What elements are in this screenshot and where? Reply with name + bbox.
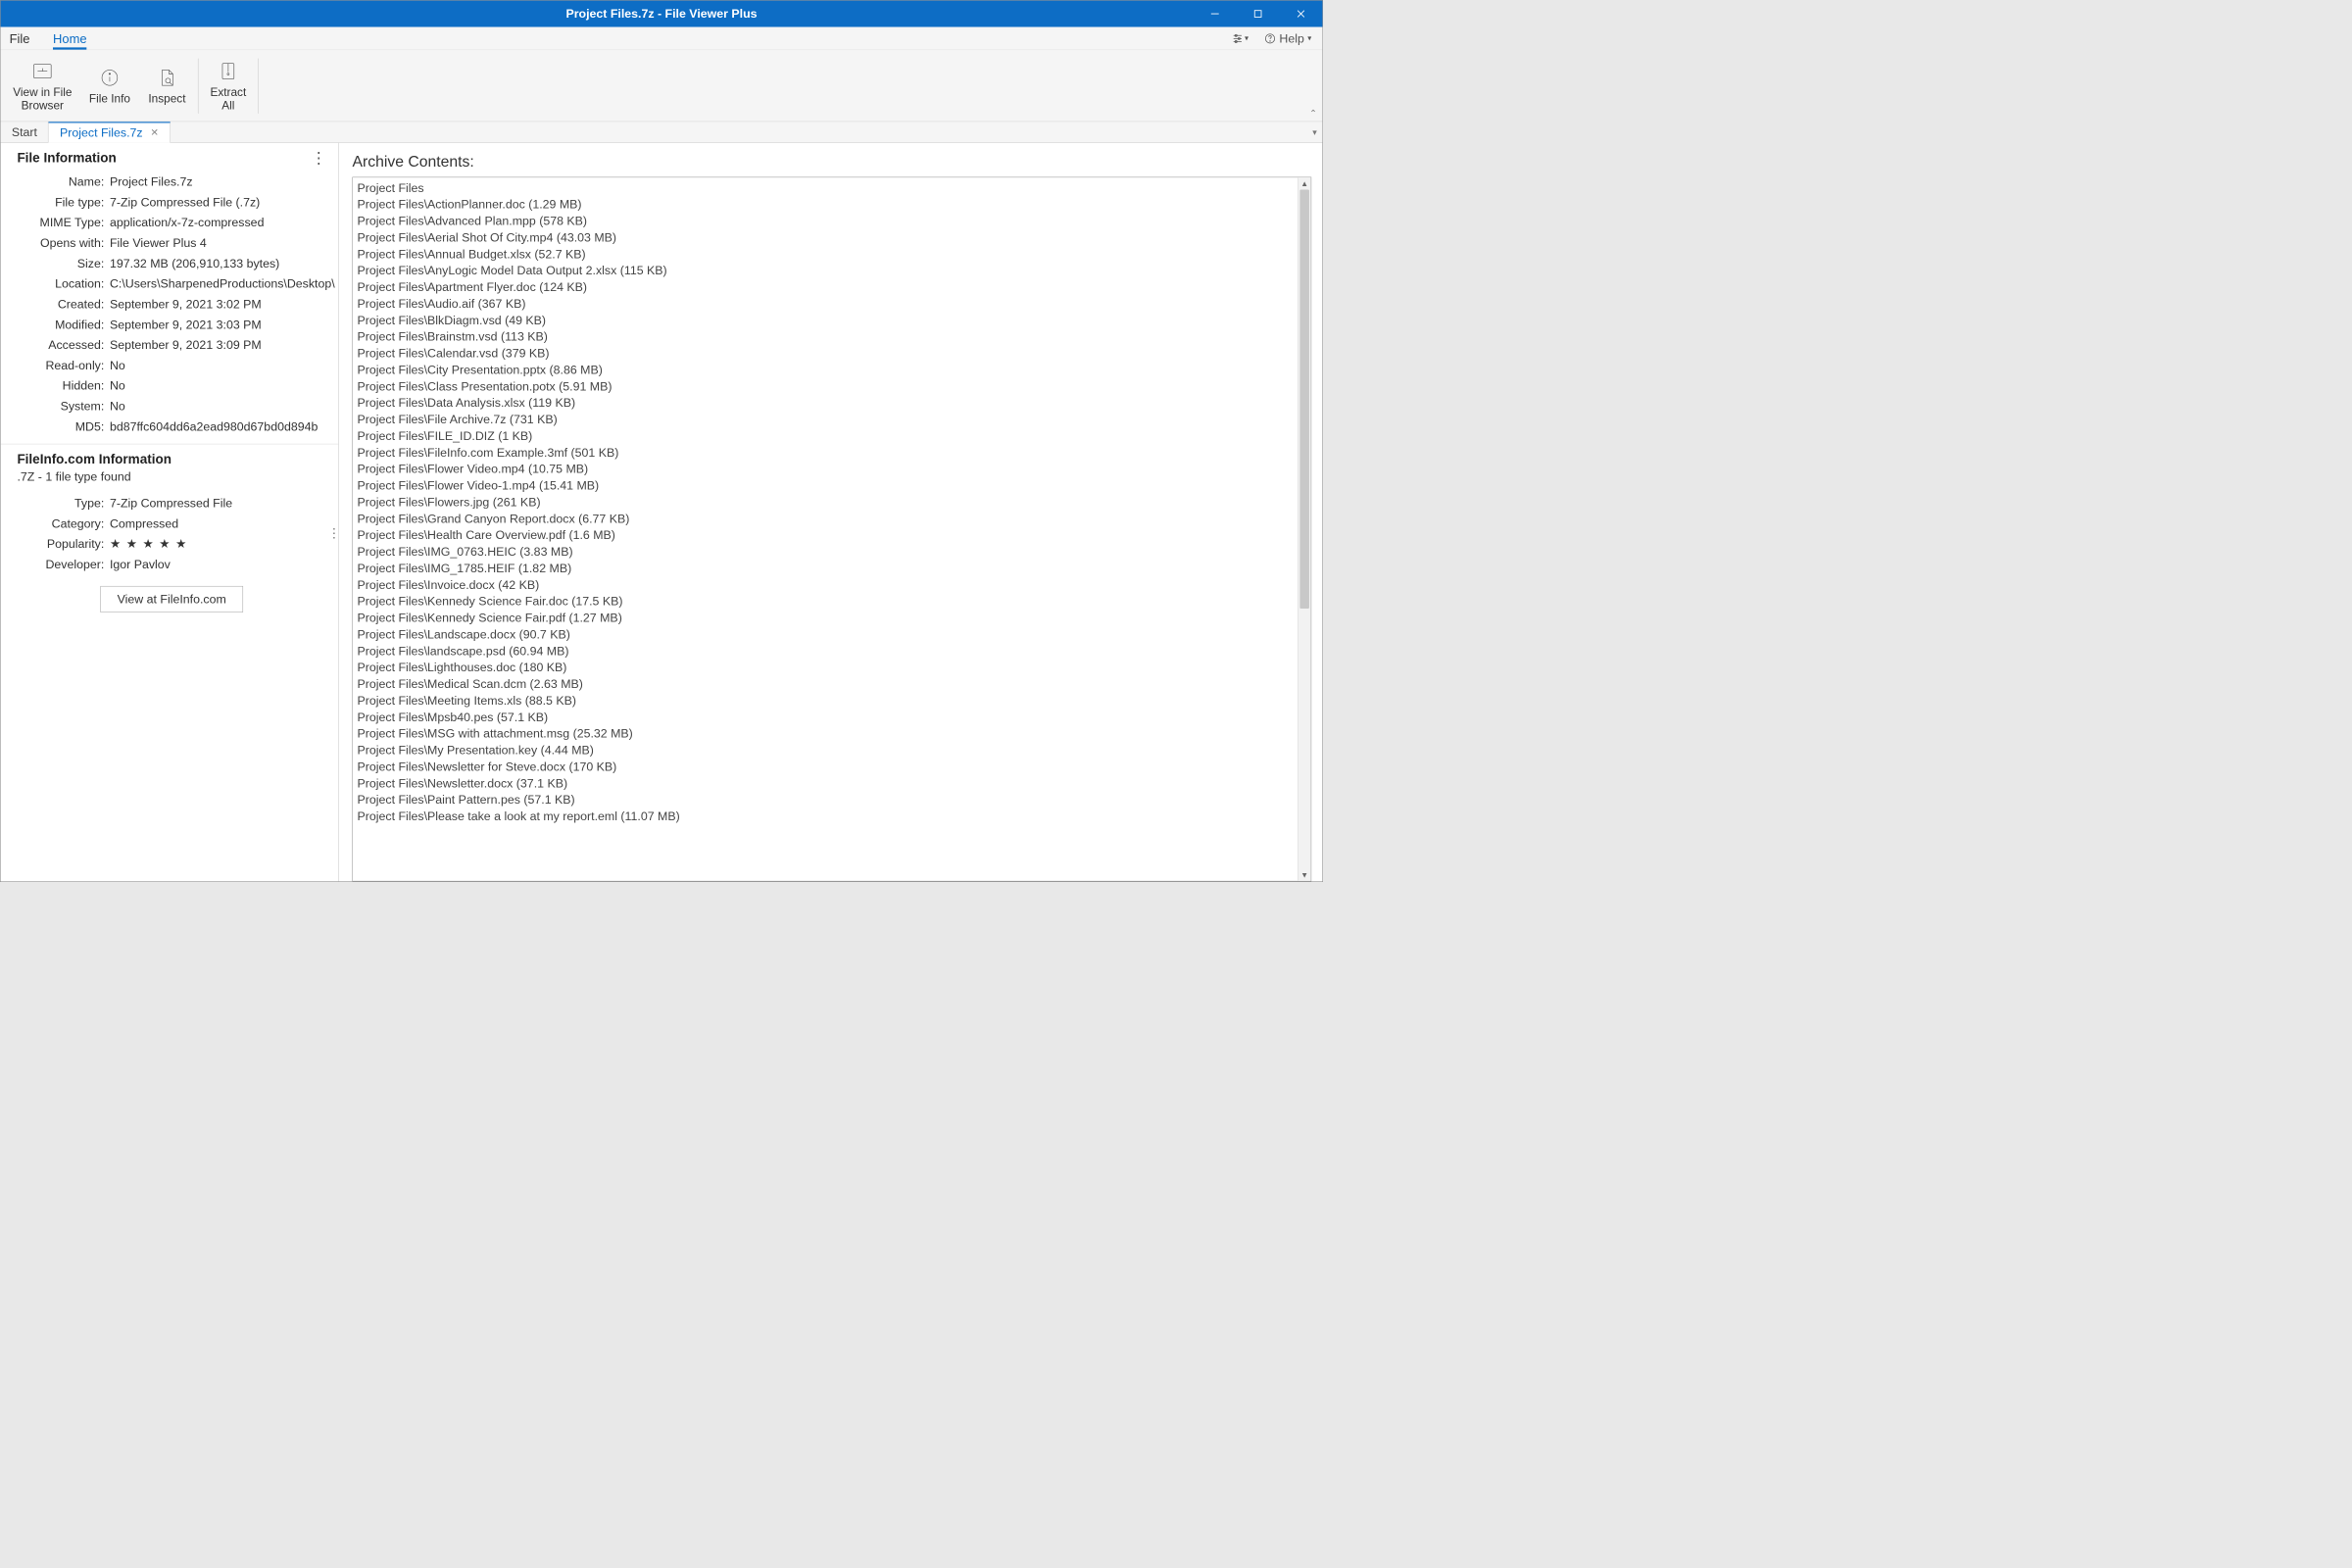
archive-entry[interactable]: Project Files\Kennedy Science Fair.doc (… xyxy=(358,593,1294,610)
close-tab-icon[interactable]: ✕ xyxy=(150,126,158,138)
archive-contents-heading: Archive Contents: xyxy=(352,153,1311,171)
archive-entry[interactable]: Project Files\AnyLogic Model Data Output… xyxy=(358,263,1294,279)
archive-entry[interactable]: Project Files\Newsletter for Steve.docx … xyxy=(358,759,1294,775)
archive-entry[interactable]: Project Files\FILE_ID.DIZ (1 KB) xyxy=(358,428,1294,445)
minimize-button[interactable] xyxy=(1194,1,1237,27)
settings-icon[interactable]: ▾ xyxy=(1231,32,1248,44)
archive-entry[interactable]: Project Files\Calendar.vsd (379 KB) xyxy=(358,345,1294,362)
file-info-button[interactable]: File Info xyxy=(81,50,139,122)
window-controls xyxy=(1194,1,1323,27)
archive-entry[interactable]: Project Files\My Presentation.key (4.44 … xyxy=(358,742,1294,759)
archive-entry[interactable]: Project Files\Data Analysis.xlsx (119 KB… xyxy=(358,395,1294,412)
archive-entry[interactable]: Project Files\Audio.aif (367 KB) xyxy=(358,296,1294,313)
extract-all-button[interactable]: Extract All xyxy=(201,50,256,122)
archive-entry[interactable]: Project Files\Advanced Plan.mpp (578 KB) xyxy=(358,213,1294,229)
menu-bar: File Home ▾ Help ▾ xyxy=(1,27,1323,51)
archive-entry[interactable]: Project Files\landscape.psd (60.94 MB) xyxy=(358,643,1294,660)
archive-entry[interactable]: Project Files\IMG_1785.HEIF (1.82 MB) xyxy=(358,561,1294,577)
archive-entry[interactable]: Project Files\Kennedy Science Fair.pdf (… xyxy=(358,610,1294,626)
archive-entry[interactable]: Project Files\Health Care Overview.pdf (… xyxy=(358,527,1294,544)
scroll-down-icon[interactable]: ▼ xyxy=(1298,869,1311,881)
archive-entry[interactable]: Project Files\Brainstm.vsd (113 KB) xyxy=(358,328,1294,345)
archive-entry[interactable]: Project Files\Aerial Shot Of City.mp4 (4… xyxy=(358,229,1294,246)
content-body: File Information ⋮ Name:Project Files.7z… xyxy=(1,143,1323,882)
maximize-button[interactable] xyxy=(1237,1,1280,27)
file-info-heading: File Information xyxy=(17,151,116,167)
ribbon-separator xyxy=(198,58,199,113)
archive-entry[interactable]: Project Files\Flower Video-1.mp4 (15.41 … xyxy=(358,477,1294,494)
close-button[interactable] xyxy=(1280,1,1323,27)
archive-entry[interactable]: Project Files\Newsletter.docx (37.1 KB) xyxy=(358,775,1294,792)
archive-entry[interactable]: Project Files\Class Presentation.potx (5… xyxy=(358,378,1294,395)
archive-entry[interactable]: Project Files\Meeting Items.xls (88.5 KB… xyxy=(358,693,1294,710)
popularity-stars: ★ ★ ★ ★ ★ xyxy=(110,537,326,552)
archive-entry[interactable]: Project Files\City Presentation.pptx (8.… xyxy=(358,362,1294,378)
help-menu[interactable]: Help ▾ xyxy=(1264,31,1312,46)
archive-entry[interactable]: Project Files\Medical Scan.dcm (2.63 MB) xyxy=(358,676,1294,693)
ribbon: View in File Browser File Info Inspect E… xyxy=(1,50,1323,122)
kebab-menu-icon[interactable]: ⋮ xyxy=(311,155,326,162)
view-in-browser-button[interactable]: View in File Browser xyxy=(4,50,81,122)
archive-entry[interactable]: Project Files\Mpsb40.pes (57.1 KB) xyxy=(358,709,1294,725)
archive-entry[interactable]: Project Files\Annual Budget.xlsx (52.7 K… xyxy=(358,246,1294,263)
kebab-menu-icon[interactable]: ⋮ xyxy=(327,525,339,541)
file-information-panel: File Information ⋮ Name:Project Files.7z… xyxy=(1,143,339,444)
archive-entry[interactable]: Project Files\Please take a look at my r… xyxy=(358,808,1294,825)
main-panel: Archive Contents: Project FilesProject F… xyxy=(339,143,1323,882)
archive-entry[interactable]: Project Files\File Archive.7z (731 KB) xyxy=(358,412,1294,428)
inspect-button[interactable]: Inspect xyxy=(138,50,196,122)
fileinfo-heading: FileInfo.com Information xyxy=(17,452,326,467)
tab-start[interactable]: Start xyxy=(1,122,49,142)
archive-entry[interactable]: Project Files\Paint Pattern.pes (57.1 KB… xyxy=(358,792,1294,808)
ribbon-separator xyxy=(258,58,259,113)
archive-entry[interactable]: Project Files\Flower Video.mp4 (10.75 MB… xyxy=(358,461,1294,477)
archive-entry[interactable]: Project Files\Landscape.docx (90.7 KB) xyxy=(358,626,1294,643)
tab-overflow-icon[interactable]: ▾ xyxy=(1312,122,1317,142)
scroll-thumb[interactable] xyxy=(1299,190,1309,610)
tab-strip: Start Project Files.7z ✕ ▾ xyxy=(1,122,1323,142)
archive-entry[interactable]: Project Files\BlkDiagm.vsd (49 KB) xyxy=(358,312,1294,328)
fileinfo-subheading: .7Z - 1 file type found xyxy=(17,469,326,484)
archive-entry[interactable]: Project Files\Flowers.jpg (261 KB) xyxy=(358,494,1294,511)
menu-file[interactable]: File xyxy=(10,31,30,50)
view-at-fileinfo-button[interactable]: View at FileInfo.com xyxy=(100,586,243,612)
archive-contents-list[interactable]: Project FilesProject Files\ActionPlanner… xyxy=(353,177,1298,881)
archive-entry[interactable]: Project Files\Lighthouses.doc (180 KB) xyxy=(358,660,1294,676)
fileinfo-com-panel: FileInfo.com Information .7Z - 1 file ty… xyxy=(1,444,339,622)
archive-entry[interactable]: Project Files\IMG_0763.HEIC (3.83 MB) xyxy=(358,544,1294,561)
scrollbar[interactable]: ▲ ▼ xyxy=(1298,177,1311,881)
archive-entry[interactable]: Project Files\Invoice.docx (42 KB) xyxy=(358,576,1294,593)
archive-entry[interactable]: Project Files\MSG with attachment.msg (2… xyxy=(358,725,1294,742)
archive-entry[interactable]: Project Files\Grand Canyon Report.docx (… xyxy=(358,511,1294,527)
app-window: Project Files.7z - File Viewer Plus File… xyxy=(0,0,1323,882)
scroll-up-icon[interactable]: ▲ xyxy=(1298,177,1311,189)
window-title: Project Files.7z - File Viewer Plus xyxy=(565,7,757,22)
ribbon-collapse-icon[interactable]: ⌃ xyxy=(1309,108,1317,119)
sidebar: File Information ⋮ Name:Project Files.7z… xyxy=(1,143,339,882)
tab-current-file[interactable]: Project Files.7z ✕ xyxy=(49,122,171,142)
menu-home[interactable]: Home xyxy=(53,31,87,50)
archive-entry[interactable]: Project Files\ActionPlanner.doc (1.29 MB… xyxy=(358,196,1294,213)
archive-entry[interactable]: Project Files\Apartment Flyer.doc (124 K… xyxy=(358,279,1294,296)
title-bar: Project Files.7z - File Viewer Plus xyxy=(1,1,1323,27)
archive-entry[interactable]: Project Files xyxy=(358,179,1294,196)
archive-entry[interactable]: Project Files\FileInfo.com Example.3mf (… xyxy=(358,444,1294,461)
archive-contents-box: Project FilesProject Files\ActionPlanner… xyxy=(352,177,1311,882)
